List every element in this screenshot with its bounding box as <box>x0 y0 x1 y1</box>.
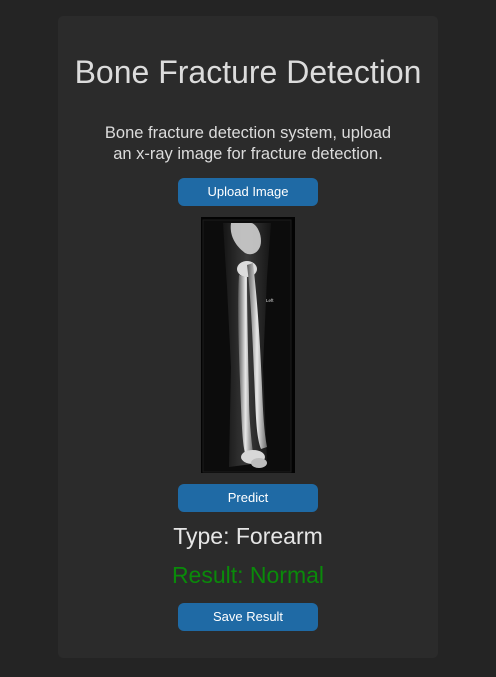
upload-image-button[interactable]: Upload Image <box>178 178 318 206</box>
prediction-type: Type: Forearm <box>173 523 323 549</box>
xray-image-preview: Left <box>201 217 295 473</box>
xray-side-marker: Left <box>266 298 274 303</box>
prediction-result: Result: Normal <box>171 562 325 588</box>
main-frame: Bone Fracture Detection Bone fracture de… <box>58 16 438 658</box>
forearm-xray-image: Left <box>201 217 295 473</box>
predict-button[interactable]: Predict <box>178 484 318 512</box>
save-result-button[interactable]: Save Result <box>178 603 318 631</box>
app-description: Bone fracture detection system, upload a… <box>104 124 392 163</box>
page-title: Bone Fracture Detection <box>74 54 422 90</box>
